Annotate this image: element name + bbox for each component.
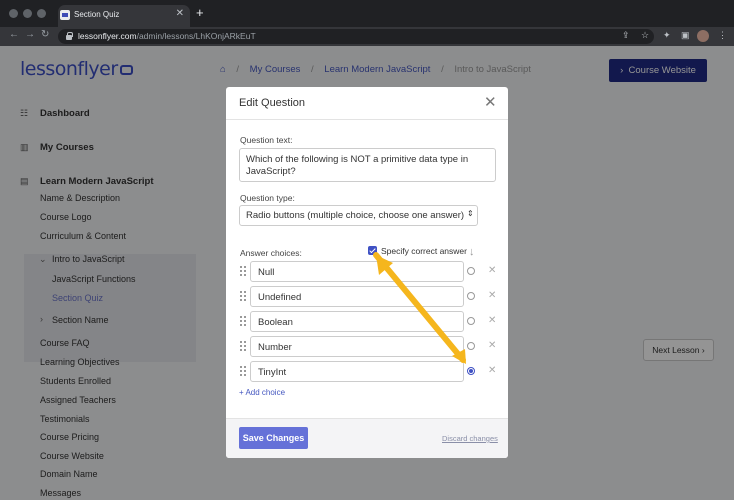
- correct-answer-radio[interactable]: [467, 292, 475, 300]
- drag-handle-icon[interactable]: [240, 291, 246, 301]
- window-minimize-dot[interactable]: [23, 9, 32, 18]
- dialog-divider: [226, 119, 508, 120]
- browser-tab-bar: Section Quiz ✕ +: [0, 0, 734, 27]
- question-type-select[interactable]: Radio buttons (multiple choice, choose o…: [239, 205, 478, 226]
- lock-icon: [66, 32, 73, 40]
- answer-choice-input[interactable]: Undefined: [250, 286, 464, 307]
- reload-icon[interactable]: ↻: [41, 29, 49, 40]
- arrow-down-icon: ↓: [469, 246, 475, 258]
- checkbox-checked-icon[interactable]: [368, 246, 377, 255]
- browser-toolbar: ← → ↻ lessonflyer.com/admin/lessons/LhKO…: [0, 27, 734, 46]
- delete-choice-icon[interactable]: ✕: [488, 365, 496, 376]
- back-icon[interactable]: ←: [9, 29, 19, 40]
- bookmark-star-icon[interactable]: ☆: [641, 30, 649, 41]
- answer-choice-input[interactable]: Boolean: [250, 311, 464, 332]
- drag-handle-icon[interactable]: [240, 341, 246, 351]
- answer-choice-input[interactable]: Null: [250, 261, 464, 282]
- correct-answer-radio[interactable]: [467, 317, 475, 325]
- share-icon[interactable]: ⇪: [622, 30, 630, 41]
- dialog-footer: Save Changes Discard changes: [226, 418, 508, 458]
- address-bar[interactable]: lessonflyer.com/admin/lessons/LhKOnjARkE…: [58, 29, 654, 44]
- tab-title: Section Quiz: [74, 10, 120, 19]
- forward-icon[interactable]: →: [25, 29, 35, 40]
- answer-choices-label: Answer choices:: [240, 248, 302, 258]
- window-maximize-dot[interactable]: [37, 9, 46, 18]
- dialog-title: Edit Question: [239, 97, 306, 109]
- question-text-label: Question text:: [240, 135, 293, 145]
- delete-choice-icon[interactable]: ✕: [488, 340, 496, 351]
- browser-tab[interactable]: Section Quiz ✕: [58, 5, 190, 27]
- discard-changes-link[interactable]: Discard changes: [442, 434, 498, 443]
- question-text-input[interactable]: Which of the following is NOT a primitiv…: [239, 148, 496, 182]
- question-type-label: Question type:: [240, 193, 295, 203]
- favicon-icon: [60, 10, 70, 20]
- drag-handle-icon[interactable]: [240, 366, 246, 376]
- correct-answer-radio[interactable]: [467, 367, 475, 375]
- edit-question-dialog: Edit Question ✕ Question text: Which of …: [226, 87, 508, 458]
- url-text: lessonflyer.com/admin/lessons/LhKOnjARkE…: [78, 31, 256, 41]
- drag-handle-icon[interactable]: [240, 316, 246, 326]
- save-changes-button[interactable]: Save Changes: [239, 427, 308, 449]
- delete-choice-icon[interactable]: ✕: [488, 290, 496, 301]
- add-choice-link[interactable]: + Add choice: [239, 388, 285, 397]
- answer-choice-input[interactable]: TinyInt: [250, 361, 464, 382]
- sidebar-toggle-icon[interactable]: ▣: [681, 30, 690, 41]
- profile-avatar[interactable]: [697, 30, 709, 42]
- drag-handle-icon[interactable]: [240, 266, 246, 276]
- window-close-dot[interactable]: [9, 9, 18, 18]
- new-tab-icon[interactable]: +: [196, 5, 204, 20]
- close-icon[interactable]: ✕: [484, 93, 497, 111]
- menu-kebab-icon[interactable]: ⋮: [718, 30, 727, 41]
- extensions-icon[interactable]: ✦: [663, 30, 671, 41]
- correct-answer-radio[interactable]: [467, 342, 475, 350]
- answer-choice-input[interactable]: Number: [250, 336, 464, 357]
- delete-choice-icon[interactable]: ✕: [488, 315, 496, 326]
- tab-close-icon[interactable]: ✕: [176, 8, 184, 19]
- select-arrows-icon: ⇕: [467, 209, 474, 218]
- delete-choice-icon[interactable]: ✕: [488, 265, 496, 276]
- correct-answer-radio[interactable]: [467, 267, 475, 275]
